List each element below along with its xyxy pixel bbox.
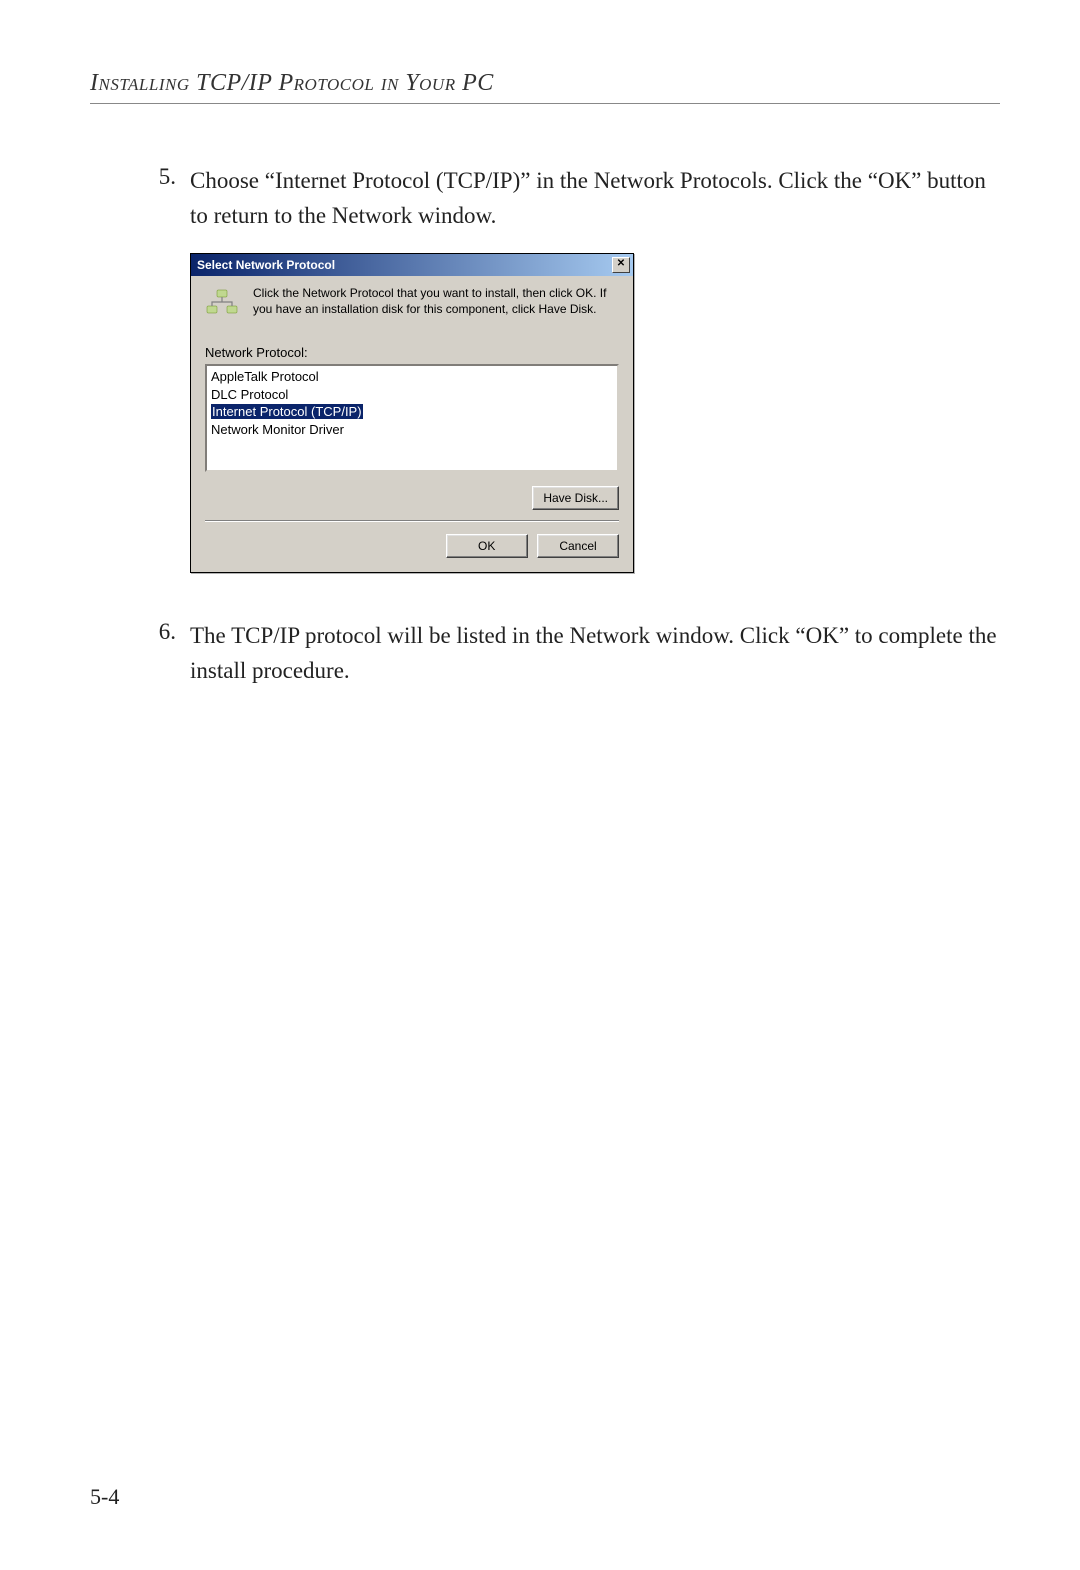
list-item-selected[interactable]: Internet Protocol (TCP/IP): [211, 403, 613, 421]
dialog-body: Click the Network Protocol that you want…: [191, 276, 633, 572]
list-item[interactable]: AppleTalk Protocol: [211, 368, 613, 386]
page-section-title: Installing TCP/IP Protocol in Your PC: [90, 70, 1000, 97]
select-network-protocol-dialog: Select Network Protocol ✕ Click the Netw…: [190, 253, 634, 573]
step-text: The TCP/IP protocol will be listed in th…: [190, 619, 1000, 688]
list-label: Network Protocol:: [205, 345, 619, 360]
protocol-listbox[interactable]: AppleTalk Protocol DLC Protocol Internet…: [205, 364, 619, 472]
step-number: 6.: [150, 619, 190, 688]
dialog-titlebar: Select Network Protocol ✕: [191, 254, 633, 276]
ok-button[interactable]: OK: [446, 534, 528, 558]
page-number: 5-4: [90, 1484, 119, 1510]
close-button[interactable]: ✕: [612, 257, 630, 273]
protocol-icon: [205, 288, 239, 316]
content-area: 5. Choose “Internet Protocol (TCP/IP)” i…: [150, 164, 1000, 688]
dialog-title: Select Network Protocol: [197, 258, 335, 272]
header-divider: [90, 103, 1000, 104]
list-item[interactable]: DLC Protocol: [211, 386, 613, 404]
step-5: 5. Choose “Internet Protocol (TCP/IP)” i…: [150, 164, 1000, 233]
step-number: 5.: [150, 164, 190, 233]
have-disk-button[interactable]: Have Disk...: [532, 486, 619, 510]
separator: [205, 520, 619, 522]
step-6: 6. The TCP/IP protocol will be listed in…: [150, 619, 1000, 688]
dialog-screenshot: Select Network Protocol ✕ Click the Netw…: [190, 253, 1000, 573]
list-item[interactable]: Network Monitor Driver: [211, 421, 613, 439]
step-text: Choose “Internet Protocol (TCP/IP)” in t…: [190, 164, 1000, 233]
dialog-instruction: Click the Network Protocol that you want…: [253, 286, 619, 317]
cancel-button[interactable]: Cancel: [537, 534, 619, 558]
